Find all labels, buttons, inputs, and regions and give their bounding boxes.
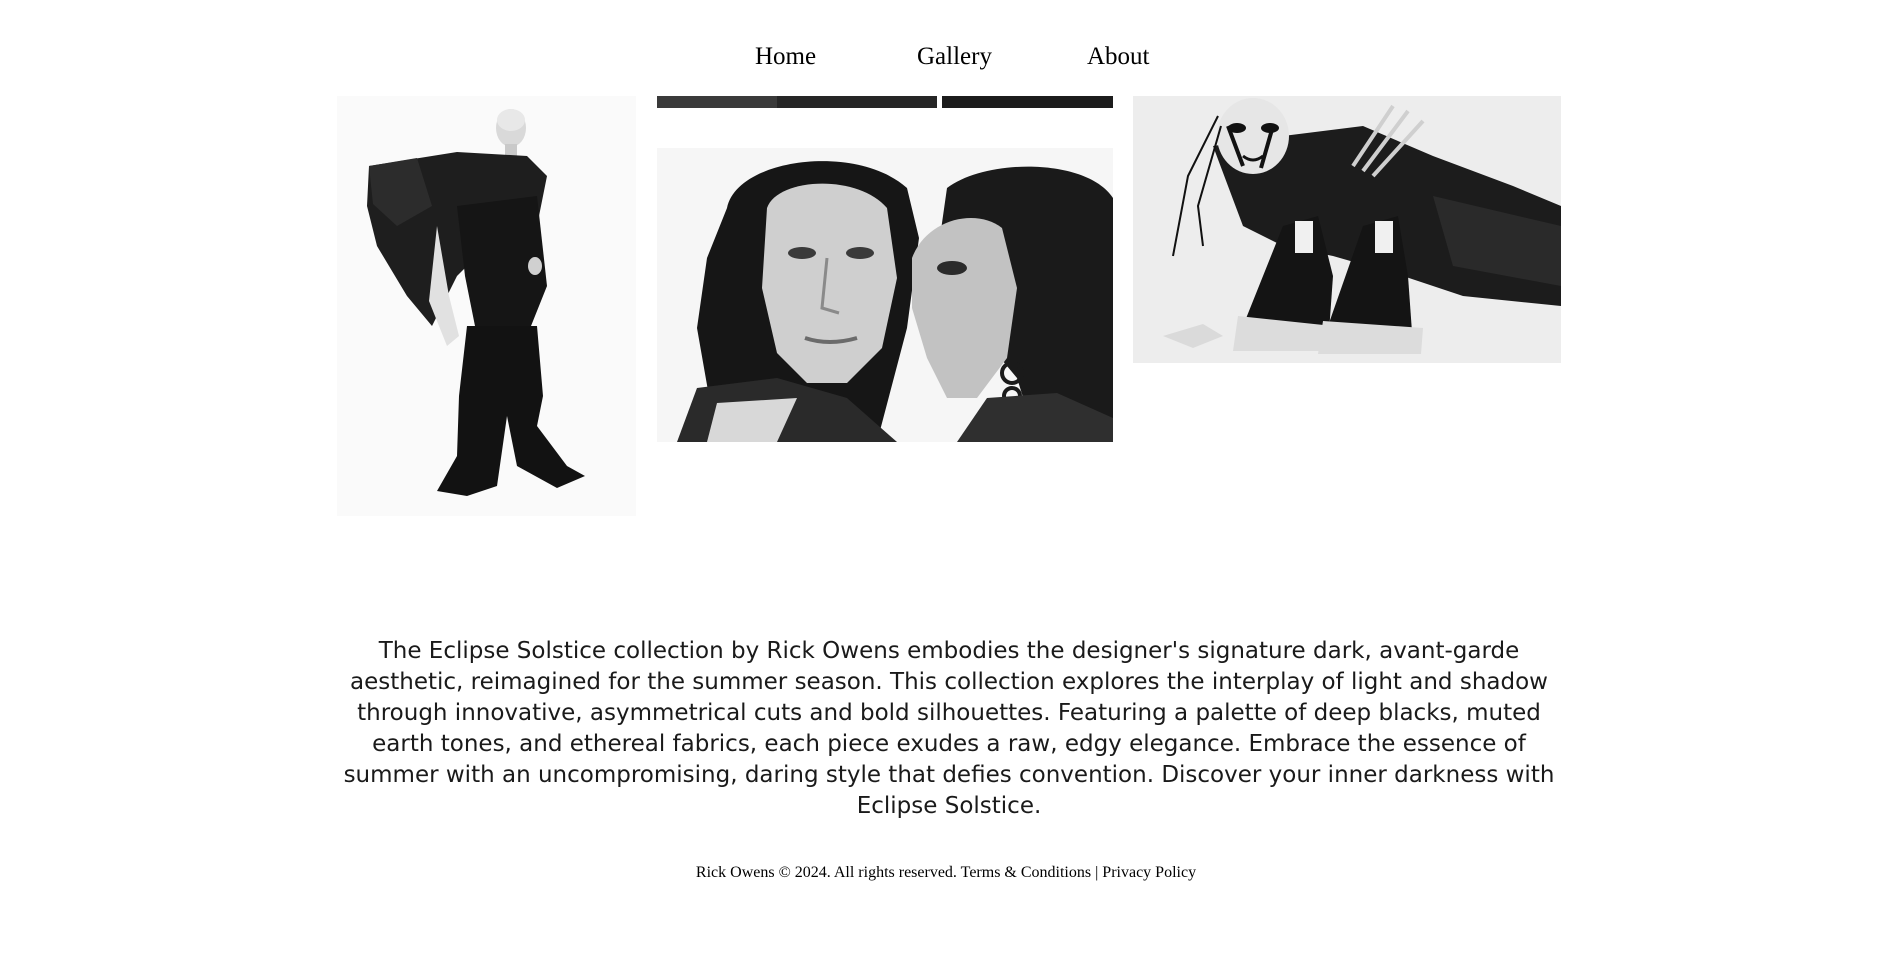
nav-gallery-link[interactable]: Gallery: [917, 40, 992, 74]
footer-copyright: Rick Owens © 2024. All rights reserved.: [695, 864, 957, 881]
footer-privacy-link[interactable]: Privacy Policy: [1102, 864, 1196, 881]
model-sneakers-illustration: [1133, 96, 1561, 363]
cropped-top-illustration: [657, 96, 1113, 108]
footer: Rick Owens © 2024. All rights reserved. …: [0, 864, 1892, 882]
collection-description: The Eclipse Solstice collection by Rick …: [343, 638, 1555, 819]
couple-portrait-illustration: [657, 148, 1113, 442]
footer-separator: |: [1095, 864, 1099, 881]
gallery-image-couple-portrait[interactable]: [657, 148, 1113, 442]
gallery-image-model-oversized[interactable]: [337, 96, 636, 516]
nav-about-link[interactable]: About: [1087, 40, 1150, 74]
nav-home-link[interactable]: Home: [755, 40, 816, 74]
gallery-image-cropped-top[interactable]: [657, 96, 1113, 108]
footer-terms-link[interactable]: Terms & Conditions: [961, 864, 1091, 881]
model-oversized-illustration: [337, 96, 636, 516]
main-nav: Home Gallery About: [0, 40, 1892, 74]
gallery-image-model-sneakers[interactable]: [1133, 96, 1561, 363]
